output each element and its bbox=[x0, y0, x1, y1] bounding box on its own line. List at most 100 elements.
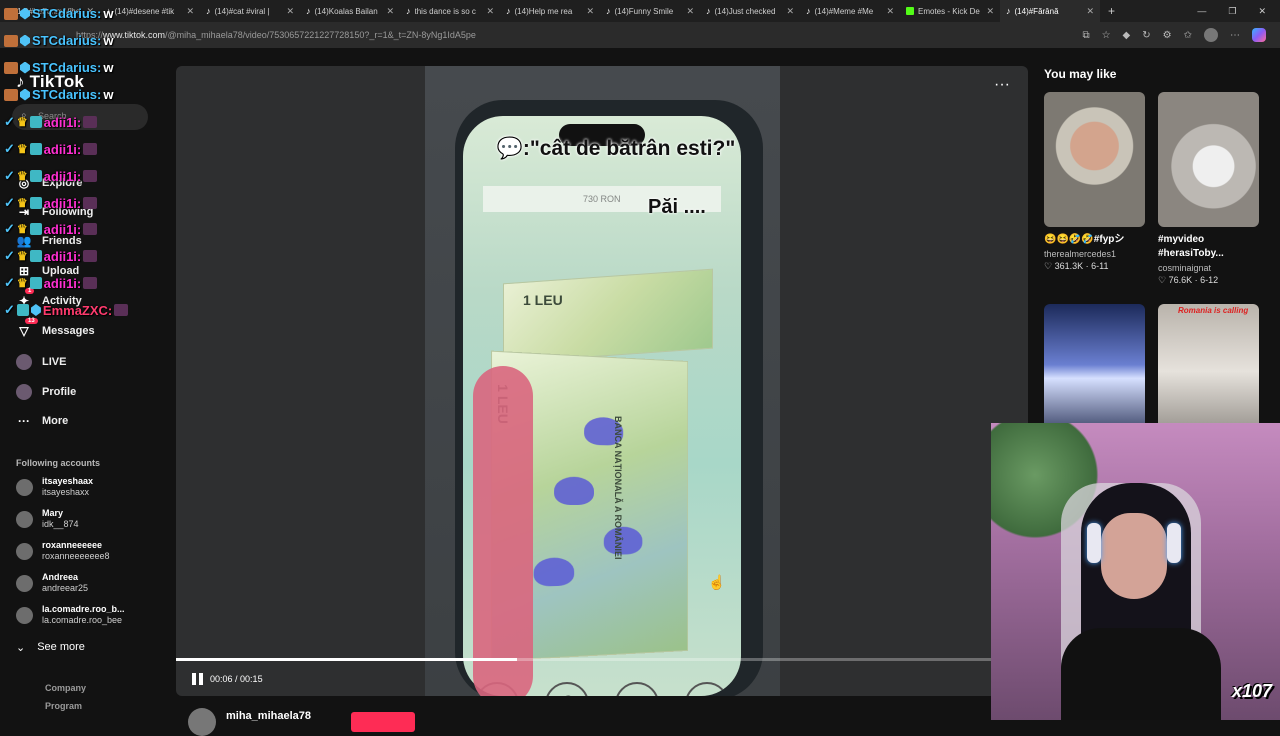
card-user[interactable]: therealmercedes1 bbox=[1044, 249, 1145, 259]
browser-tab[interactable]: ♪ (14)#Meme #Me ✕ bbox=[800, 0, 900, 22]
more-options-icon[interactable]: ··· bbox=[994, 76, 1010, 94]
notification-badge: 13 bbox=[25, 318, 38, 324]
close-tab-icon[interactable]: ✕ bbox=[686, 6, 694, 17]
progress-bar[interactable] bbox=[176, 658, 1028, 661]
browser-tab[interactable]: ♪ this dance is so c ✕ bbox=[400, 0, 500, 22]
bookmark-star-icon[interactable]: ☆ bbox=[1102, 30, 1111, 41]
author-avatar[interactable] bbox=[188, 708, 216, 736]
sidebar-item-profile[interactable]: Profile bbox=[16, 384, 76, 400]
url-field[interactable]: https://www.tiktok.com/@miha_mihaela78/v… bbox=[76, 30, 1082, 40]
install-app-icon[interactable]: ⧉ bbox=[1082, 30, 1089, 41]
sidebar-item-more[interactable]: ··· More bbox=[16, 414, 68, 428]
following-account[interactable]: la.comadre.roo_b... la.comadre.roo_bee bbox=[16, 604, 125, 626]
tiktok-favicon-icon: ♪ bbox=[306, 6, 311, 16]
bank-app-icon: ⌂ bbox=[615, 682, 659, 696]
search-icon: ⌕ bbox=[21, 110, 27, 121]
video-card[interactable]: Romania is calling bbox=[1158, 304, 1259, 439]
close-tab-icon[interactable]: ✕ bbox=[86, 6, 94, 17]
sidebar-item-label: LIVE bbox=[42, 356, 67, 368]
see-more-button[interactable]: ⌄ See more bbox=[16, 641, 85, 654]
avatar bbox=[16, 542, 33, 560]
copilot-icon[interactable] bbox=[1252, 28, 1266, 42]
tab-title: (14)#cat #viral | bbox=[214, 6, 270, 16]
chevron-down-icon: ⌄ bbox=[16, 642, 26, 654]
tab-title: (14)Just checked bbox=[714, 6, 776, 16]
card-user[interactable]: cosminaignat bbox=[1158, 263, 1259, 273]
sidebar-item-friends[interactable]: 👥 Friends bbox=[16, 234, 82, 248]
webcam-overlay: x107 bbox=[991, 423, 1280, 720]
friends-icon: 👥 bbox=[16, 234, 32, 248]
following-account[interactable]: Andreea andreear25 bbox=[16, 572, 88, 594]
pause-icon[interactable] bbox=[192, 673, 204, 685]
browser-tab[interactable]: ♪ (14)Just checked ✕ bbox=[700, 0, 800, 22]
profile-avatar[interactable] bbox=[1204, 28, 1218, 42]
close-tab-icon[interactable]: ✕ bbox=[286, 6, 294, 17]
minimize-icon[interactable]: — bbox=[1197, 6, 1206, 17]
live-icon bbox=[16, 354, 32, 370]
browser-tab[interactable]: ♪ (14)#cat #viral | ✕ bbox=[200, 0, 300, 22]
tiktok-favicon-icon: ♪ bbox=[206, 6, 211, 16]
avatar bbox=[16, 606, 33, 624]
browser-tab[interactable]: ♪ (14)Funny Smile ✕ bbox=[600, 0, 700, 22]
browser-tab[interactable]: ♪ (14)#LeFunnyVibe ✕ bbox=[0, 0, 100, 22]
speech-bubble-icon: 💬 bbox=[496, 137, 523, 160]
you-may-like-title: You may like bbox=[1044, 67, 1117, 81]
sidebar-item-following[interactable]: ⇥ Following bbox=[16, 205, 93, 219]
sidebar-item-upload[interactable]: ⊞ Upload bbox=[16, 264, 79, 278]
following-account[interactable]: Mary idk__874 bbox=[16, 508, 79, 530]
close-window-icon[interactable]: ✕ bbox=[1258, 6, 1266, 17]
tab-title: (14)Koalas Bailan bbox=[314, 6, 378, 16]
video-thumbnail[interactable] bbox=[1158, 92, 1259, 227]
following-account[interactable]: roxanneeeeee roxanneeeeeee8 bbox=[16, 540, 110, 562]
close-tab-icon[interactable]: ✕ bbox=[486, 6, 494, 17]
video-player[interactable]: 730 RON 1 LEU 1 LEU BANCA NAȚIONALĂ A RO… bbox=[176, 66, 1028, 696]
sidebar-item-activity[interactable]: ✦ 1 Activity bbox=[16, 288, 82, 308]
profile-icon bbox=[16, 384, 32, 400]
browser-tab[interactable]: Emotes - Kick De ✕ bbox=[900, 0, 1000, 22]
menu-dots-icon[interactable]: ⋯ bbox=[1230, 30, 1240, 41]
tab-title: (14)#Fărână bbox=[1014, 6, 1059, 16]
close-tab-icon[interactable]: ✕ bbox=[986, 6, 994, 17]
browser-tab[interactable]: ♪ (14)Help me rea ✕ bbox=[500, 0, 600, 22]
thumbnail-overlay-text: Romania is calling bbox=[1178, 306, 1249, 315]
tab-title: this dance is so c bbox=[414, 6, 476, 16]
maximize-icon[interactable]: ❐ bbox=[1228, 6, 1236, 17]
refresh-icon[interactable]: ↻ bbox=[1142, 30, 1150, 41]
following-account[interactable]: itsayeshaax itsayeshaxx bbox=[16, 476, 93, 498]
favorites-icon[interactable]: ✩ bbox=[1184, 30, 1192, 41]
extension-icon[interactable]: ◆ bbox=[1123, 30, 1131, 41]
close-tab-icon[interactable]: ✕ bbox=[586, 6, 594, 17]
video-card[interactable]: #myvideo #herasiToby... cosminaignat ♡ 7… bbox=[1158, 92, 1259, 286]
tiktok-favicon-icon: ♪ bbox=[106, 6, 111, 16]
close-tab-icon[interactable]: ✕ bbox=[186, 6, 194, 17]
close-tab-icon[interactable]: ✕ bbox=[386, 6, 394, 17]
sidebar-item-messages[interactable]: ▽ 13 Messages bbox=[16, 318, 95, 338]
sidebar-item-explore[interactable]: ◎ Explore bbox=[16, 176, 83, 190]
follow-button[interactable] bbox=[351, 712, 415, 732]
tiktok-logo[interactable]: ♪ TikTok bbox=[16, 72, 84, 92]
browser-tab[interactable]: ♪ (14)#desene #tik ✕ bbox=[100, 0, 200, 22]
author-name[interactable]: miha_mihaela78 bbox=[226, 710, 311, 722]
sidebar-item-live[interactable]: LIVE bbox=[16, 354, 66, 370]
extensions-puzzle-icon[interactable]: ⚙ bbox=[1163, 30, 1172, 41]
sidebar-item-label: Explore bbox=[42, 177, 83, 189]
video-thumbnail[interactable] bbox=[1044, 304, 1145, 439]
bill-denomination: 1 LEU bbox=[523, 292, 563, 308]
video-card[interactable]: 😆😆🤣🤣#fypシ therealmercedes1 ♡ 361.3K · 6-… bbox=[1044, 92, 1145, 272]
close-tab-icon[interactable]: ✕ bbox=[786, 6, 794, 17]
program-link[interactable]: Program bbox=[45, 701, 82, 711]
close-tab-icon[interactable]: ✕ bbox=[1086, 6, 1094, 17]
tab-title: (14)Funny Smile bbox=[614, 6, 674, 16]
company-link[interactable]: Company bbox=[45, 683, 86, 693]
video-thumbnail[interactable] bbox=[1044, 92, 1145, 227]
close-tab-icon[interactable]: ✕ bbox=[886, 6, 894, 17]
browser-tab[interactable]: ♪ (14)Koalas Bailan ✕ bbox=[300, 0, 400, 22]
tab-title: Emotes - Kick De bbox=[918, 6, 980, 16]
new-tab-button[interactable]: + bbox=[1100, 4, 1123, 18]
video-card[interactable] bbox=[1044, 304, 1145, 439]
account-name: la.comadre.roo_b... bbox=[42, 604, 125, 614]
search-input[interactable]: ⌕ Search bbox=[12, 104, 148, 130]
video-thumbnail[interactable]: Romania is calling bbox=[1158, 304, 1259, 439]
sidebar-item-label: Activity bbox=[42, 295, 82, 307]
browser-tab[interactable]: ♪ (14)#Fărână ✕ bbox=[1000, 0, 1100, 22]
